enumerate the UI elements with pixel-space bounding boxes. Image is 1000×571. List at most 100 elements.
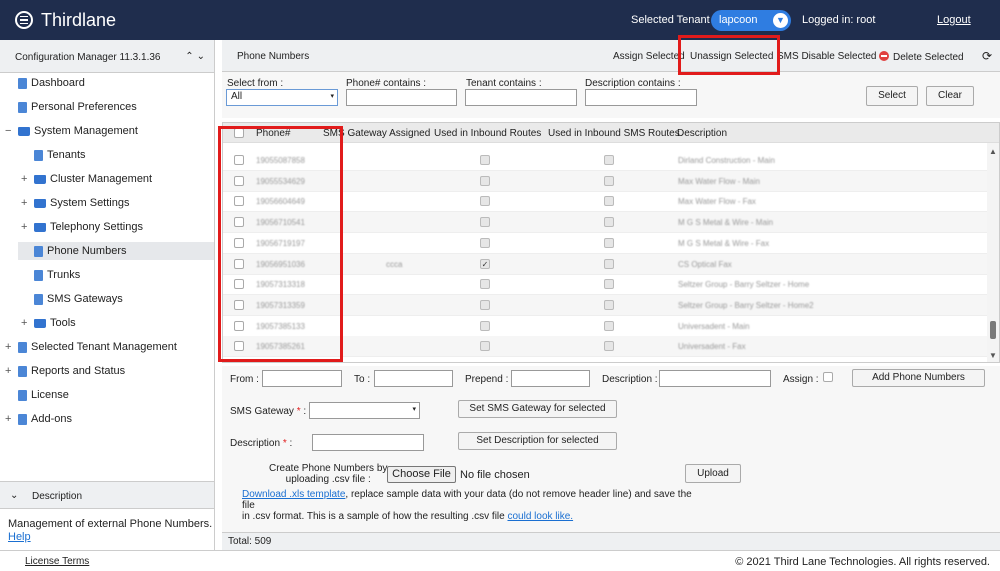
tenant-contains-input[interactable] bbox=[465, 89, 577, 106]
description-field-text: Description bbox=[230, 438, 281, 449]
inbound-routes-checkbox bbox=[480, 341, 490, 352]
from-input[interactable] bbox=[262, 370, 342, 387]
sidebar-item-tenants[interactable]: Tenants bbox=[18, 146, 214, 164]
sidebar-item-tools[interactable]: + Tools bbox=[18, 314, 214, 332]
add-phone-numbers-button[interactable]: Add Phone Numbers bbox=[852, 369, 985, 387]
sidebar-item-cluster-management[interactable]: + Cluster Management bbox=[18, 170, 214, 188]
sms-gateway-dropdown[interactable]: ▾ bbox=[309, 402, 420, 419]
scroll-up-icon[interactable]: ▲ bbox=[989, 147, 997, 156]
highlight-phone-column bbox=[218, 126, 343, 362]
main-panel: Phone Numbers Assign Selected Unassign S… bbox=[218, 35, 1000, 550]
help-link[interactable]: Help bbox=[8, 531, 31, 543]
upload-button[interactable]: Upload bbox=[685, 464, 741, 483]
delete-icon bbox=[879, 51, 889, 61]
description-field-input[interactable] bbox=[312, 434, 424, 451]
sidebar-item-dashboard[interactable]: Dashboard bbox=[0, 74, 214, 92]
expand-icon[interactable]: + bbox=[21, 197, 29, 209]
sidebar-item-telephony-settings[interactable]: + Telephony Settings bbox=[18, 218, 214, 236]
to-input[interactable] bbox=[374, 370, 453, 387]
create-label-line1: Create Phone Numbers by bbox=[269, 463, 388, 474]
logout-link[interactable]: Logout bbox=[937, 14, 971, 26]
scroll-down-icon[interactable]: ▼ bbox=[989, 351, 997, 360]
sidebar-item-system-management[interactable]: − System Management bbox=[0, 122, 214, 140]
set-description-button[interactable]: Set Description for selected bbox=[458, 432, 617, 450]
sidebar-item-label: System Settings bbox=[50, 197, 130, 209]
sidebar-item-sms-gateways[interactable]: SMS Gateways bbox=[18, 290, 214, 308]
expand-icon[interactable]: + bbox=[5, 341, 13, 353]
sample-csv-link[interactable]: could look like. bbox=[507, 511, 573, 522]
delete-selected-button[interactable]: Delete Selected bbox=[879, 51, 964, 63]
phone-contains-input[interactable] bbox=[346, 89, 457, 106]
sidebar-item-selected-tenant-management[interactable]: + Selected Tenant Management bbox=[0, 338, 214, 356]
tenant-select[interactable]: lapcoon ▼ bbox=[711, 10, 791, 31]
delete-label: Delete Selected bbox=[893, 52, 964, 63]
sidebar-item-label: Selected Tenant Management bbox=[31, 341, 177, 353]
folder-icon bbox=[34, 318, 46, 328]
sms-disable-selected-button[interactable]: SMS Disable Selected bbox=[777, 51, 877, 62]
description-body: Management of external Phone Numbers. bbox=[8, 518, 213, 530]
sidebar-item-label: Cluster Management bbox=[50, 173, 153, 185]
description-title: Description bbox=[32, 491, 83, 502]
column-header-inbound-sms-routes[interactable]: Used in Inbound SMS Routes bbox=[548, 128, 680, 139]
sidebar-item-system-settings[interactable]: + System Settings bbox=[18, 194, 214, 212]
download-template-link[interactable]: Download .xls template bbox=[242, 489, 345, 500]
clear-button[interactable]: Clear bbox=[926, 86, 974, 106]
sidebar: Configuration Manager 11.3.1.36 ⌃⌄ Dashb… bbox=[0, 40, 215, 550]
license-terms-link[interactable]: License Terms bbox=[25, 556, 89, 567]
phone-contains-label: Phone# contains : bbox=[346, 78, 427, 89]
select-from-dropdown[interactable]: All ▾ bbox=[226, 89, 338, 106]
inbound-sms-routes-checkbox bbox=[604, 341, 614, 352]
inbound-sms-routes-checkbox bbox=[604, 155, 614, 165]
expand-icon[interactable]: + bbox=[5, 365, 13, 377]
refresh-icon[interactable]: ⟳ bbox=[982, 49, 992, 63]
sidebar-item-personal-preferences[interactable]: Personal Preferences bbox=[0, 98, 214, 116]
description-contains-input[interactable] bbox=[585, 89, 697, 106]
assign-checkbox[interactable] bbox=[823, 372, 833, 382]
expand-icon[interactable]: + bbox=[5, 413, 13, 425]
sidebar-item-label: SMS Gateways bbox=[47, 293, 123, 305]
description-label: Description : bbox=[602, 374, 658, 385]
sidebar-item-trunks[interactable]: Trunks bbox=[18, 266, 214, 284]
logged-in-text: Logged in: root bbox=[802, 14, 876, 26]
description-header[interactable]: ⌄ Description bbox=[0, 481, 214, 509]
expand-icon[interactable]: + bbox=[21, 317, 29, 329]
select-button[interactable]: Select bbox=[866, 86, 918, 106]
set-sms-gateway-button[interactable]: Set SMS Gateway for selected bbox=[458, 400, 617, 418]
folder-icon bbox=[34, 198, 46, 208]
page-icon bbox=[18, 341, 27, 353]
sidebar-item-phone-numbers[interactable]: Phone Numbers bbox=[18, 242, 214, 260]
assign-label: Assign : bbox=[783, 374, 819, 385]
description-input[interactable] bbox=[659, 370, 771, 387]
assign-selected-button[interactable]: Assign Selected bbox=[613, 51, 685, 62]
inbound-sms-routes-checkbox bbox=[604, 175, 614, 186]
create-label: Create Phone Numbers by uploading .csv fi… bbox=[269, 463, 387, 485]
folder-icon bbox=[34, 222, 46, 232]
column-header-inbound-routes[interactable]: Used in Inbound Routes bbox=[434, 128, 541, 139]
page-icon bbox=[34, 293, 43, 305]
app-logo: Thirdlane bbox=[15, 10, 116, 31]
choose-file-button[interactable]: Choose File bbox=[387, 466, 456, 483]
column-header-description[interactable]: Description bbox=[677, 128, 727, 139]
prepend-input[interactable] bbox=[511, 370, 590, 387]
inbound-routes-checkbox: ✓ bbox=[480, 258, 490, 269]
prepend-label: Prepend : bbox=[465, 374, 509, 385]
sms-gateway-label: SMS Gateway * : bbox=[230, 406, 307, 417]
sidebar-item-license[interactable]: License bbox=[0, 386, 214, 404]
collapse-expand-icons[interactable]: ⌃⌄ bbox=[185, 51, 208, 62]
description-cell: Seltzer Group - Barry Seltzer - Home2 bbox=[678, 300, 814, 310]
inbound-routes-checkbox bbox=[480, 175, 490, 186]
template-note: Download .xls template, replace sample d… bbox=[242, 489, 702, 522]
main-header: Phone Numbers Assign Selected Unassign S… bbox=[222, 40, 1000, 72]
create-label-line2: uploading .csv file : bbox=[285, 474, 371, 485]
sidebar-item-add-ons[interactable]: + Add-ons bbox=[0, 410, 214, 428]
scroll-thumb[interactable] bbox=[990, 321, 996, 339]
grid-scrollbar[interactable]: ▲ ▼ bbox=[987, 143, 999, 362]
expand-icon[interactable]: + bbox=[21, 173, 29, 185]
sidebar-item-label: Add-ons bbox=[31, 413, 72, 425]
page-icon bbox=[18, 77, 27, 89]
page-title: Phone Numbers bbox=[237, 51, 310, 62]
expand-icon[interactable]: + bbox=[21, 221, 29, 233]
sidebar-item-reports-and-status[interactable]: + Reports and Status bbox=[0, 362, 214, 380]
highlight-unassign bbox=[678, 35, 780, 75]
collapse-icon[interactable]: − bbox=[5, 125, 13, 137]
